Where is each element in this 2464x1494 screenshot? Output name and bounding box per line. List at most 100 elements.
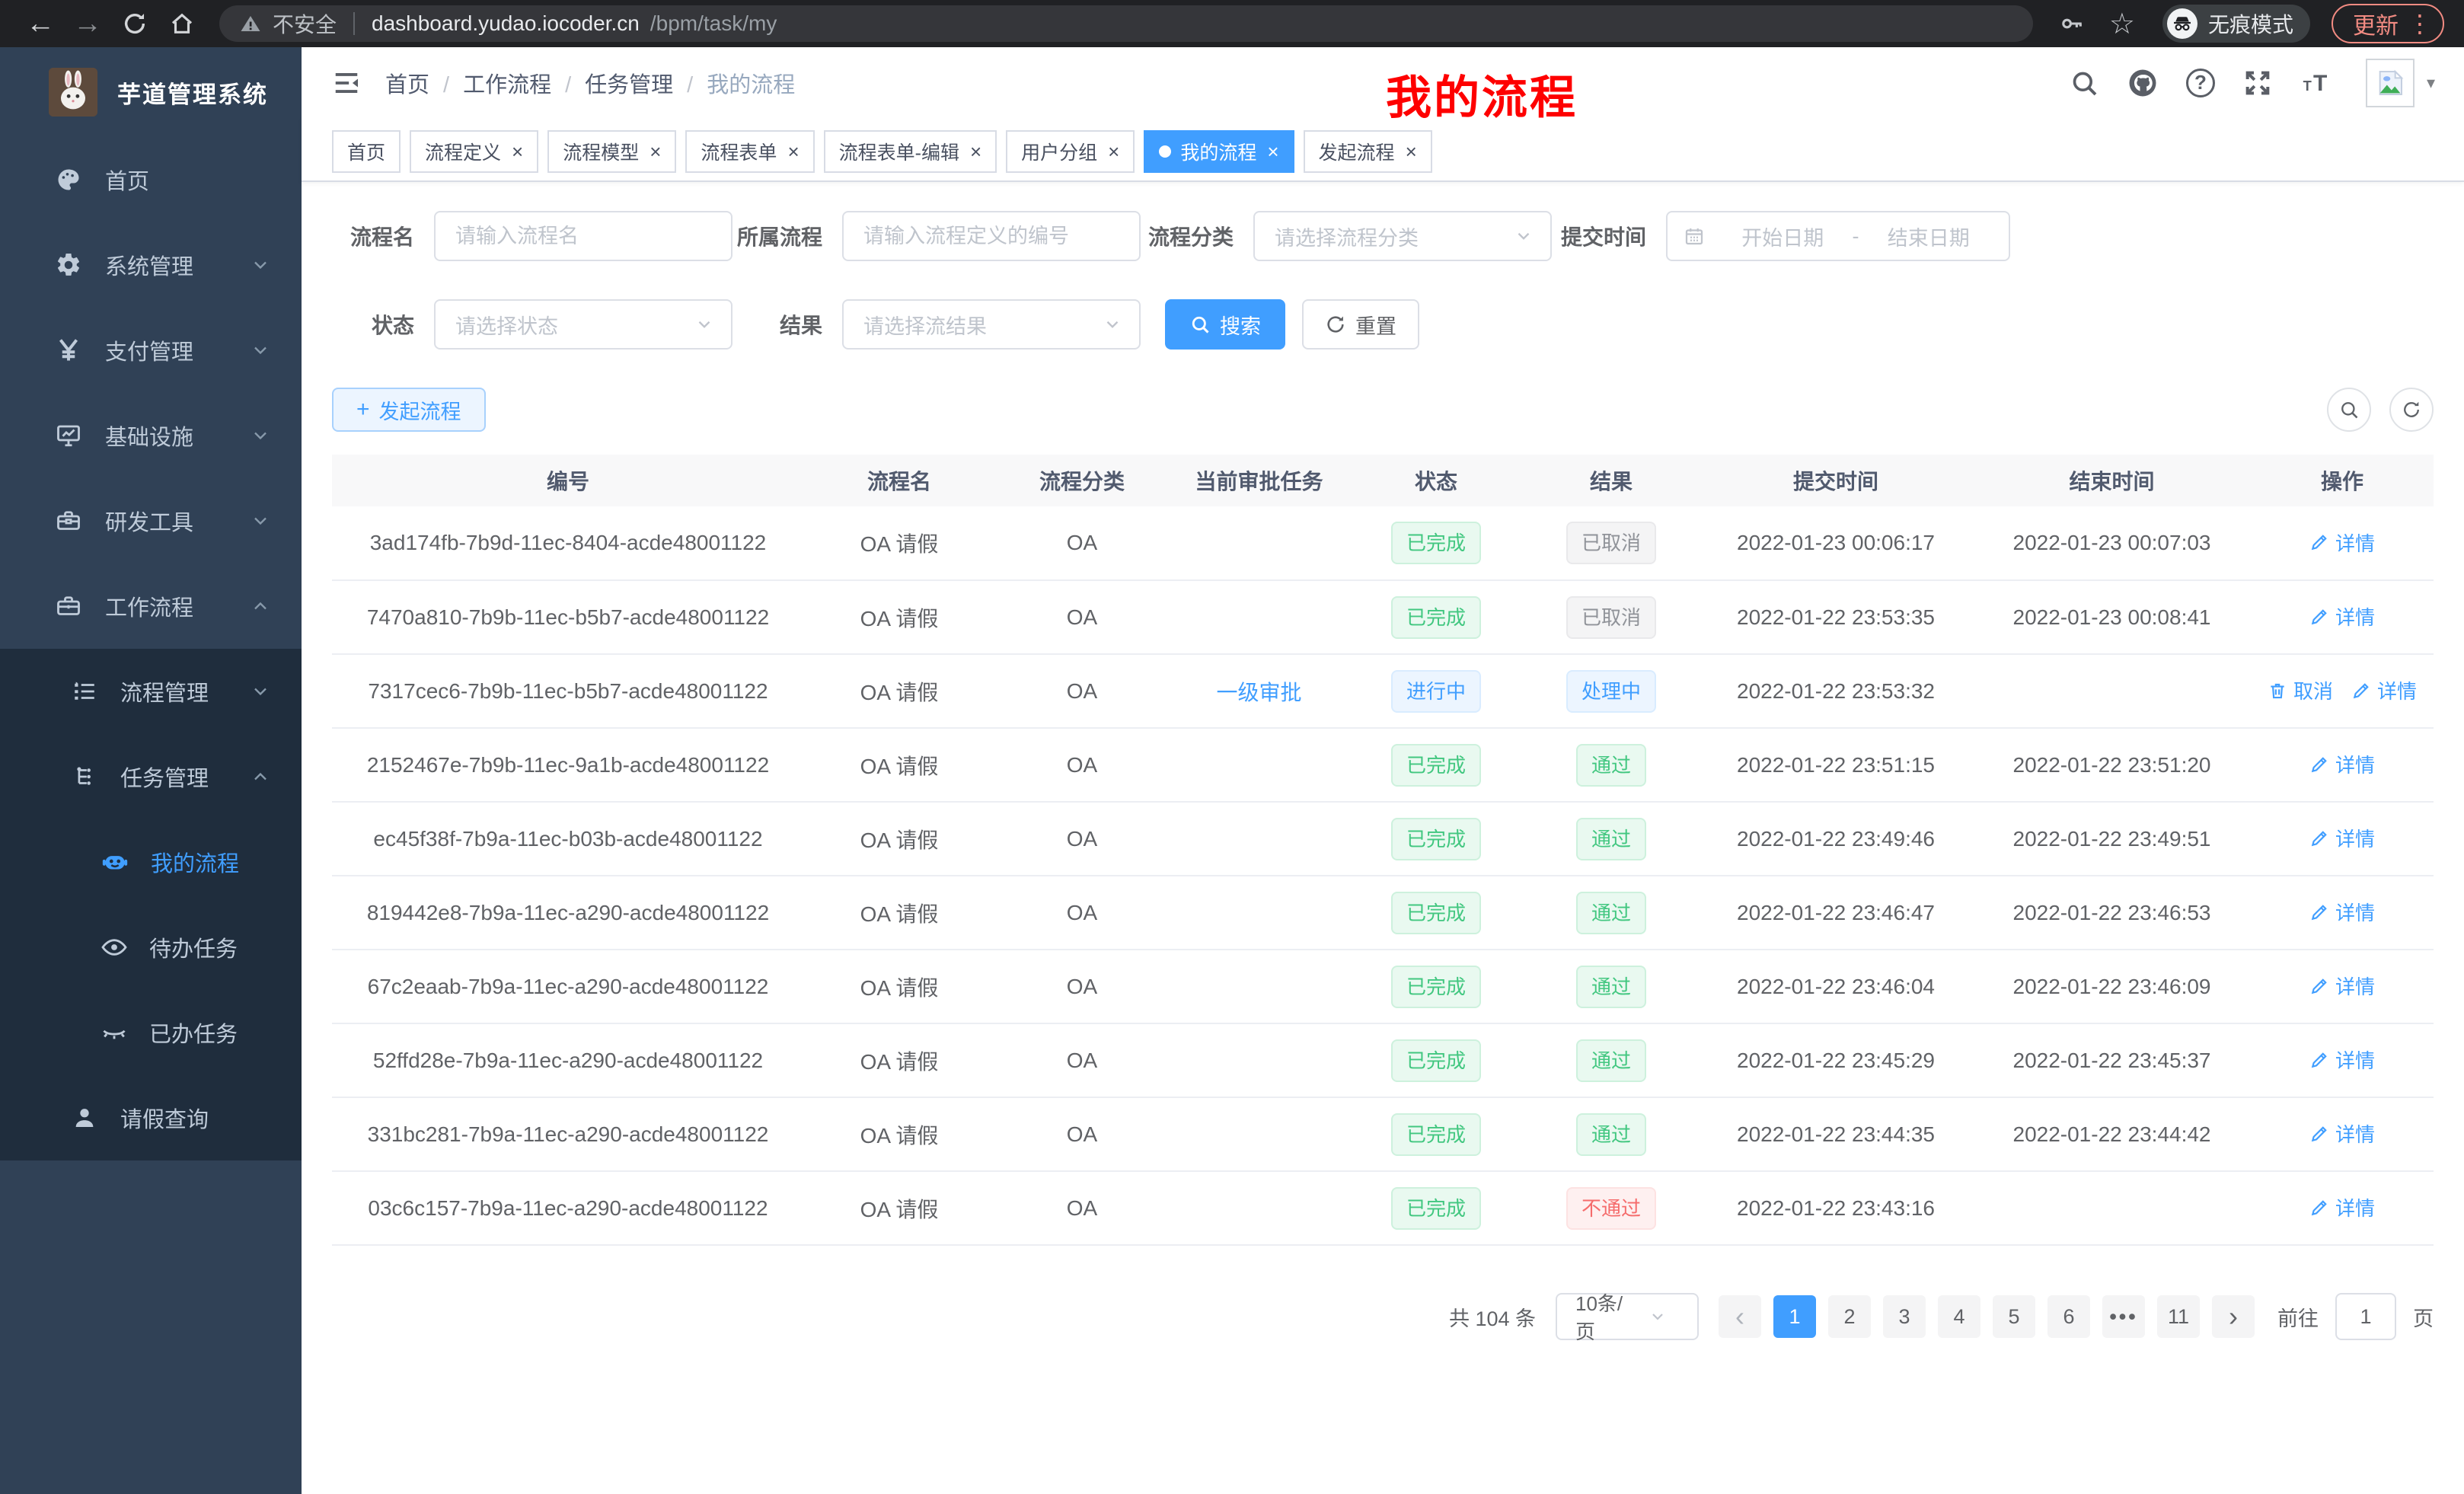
category-select[interactable]: 请选择流程分类	[1253, 211, 1552, 261]
help-icon[interactable]: ?	[2186, 69, 2215, 97]
goto-page-input[interactable]	[2335, 1293, 2396, 1340]
page-button-2[interactable]: 2	[1828, 1295, 1871, 1338]
prev-page-icon[interactable]: ‹	[1719, 1295, 1761, 1338]
sidebar-item-my-process[interactable]: 我的流程	[0, 819, 302, 905]
reset-button[interactable]: 重置	[1302, 299, 1419, 350]
tab-我的流程[interactable]: 我的流程×	[1144, 130, 1294, 173]
sidebar-item-pay[interactable]: 支付管理	[0, 308, 302, 393]
page-button-3[interactable]: 3	[1883, 1295, 1926, 1338]
close-icon[interactable]: ×	[1267, 142, 1278, 161]
detail-action-link[interactable]: 详情	[2309, 1119, 2375, 1148]
browser-back-icon[interactable]: ←	[20, 3, 61, 44]
cell-status: 进行中	[1348, 654, 1524, 728]
browser-menu-icon[interactable]: ⋮	[2408, 9, 2432, 38]
tab-流程模型[interactable]: 流程模型×	[547, 130, 676, 173]
sidebar-item-home[interactable]: 首页	[0, 137, 302, 222]
sidebar-item-label: 基础设施	[105, 420, 193, 452]
show-search-icon[interactable]	[2327, 388, 2371, 432]
cell-process-id: 819442e8-7b9a-11ec-a290-acde48001122	[332, 876, 804, 950]
detail-action-link[interactable]: 详情	[2351, 676, 2417, 704]
page-button-11[interactable]: 11	[2157, 1295, 2200, 1338]
page-button-1[interactable]: 1	[1773, 1295, 1816, 1338]
result-badge: 通过	[1576, 892, 1646, 934]
pager-more[interactable]: •••	[2102, 1295, 2145, 1338]
sidebar-item-leave-query[interactable]: 请假查询	[0, 1075, 302, 1160]
sidebar-item-system[interactable]: 系统管理	[0, 222, 302, 308]
close-icon[interactable]: ×	[787, 142, 799, 161]
submit-time-range-picker[interactable]: 开始日期 - 结束日期	[1666, 211, 2010, 261]
browser-forward-icon[interactable]: →	[67, 3, 108, 44]
detail-action-link[interactable]: 详情	[2309, 750, 2375, 778]
cell-result: 通过	[1524, 728, 1699, 802]
sidebar-item-process-mgmt[interactable]: 流程管理	[0, 649, 302, 734]
password-key-icon[interactable]	[2059, 11, 2085, 37]
status-badge: 已完成	[1391, 596, 1481, 639]
close-icon[interactable]: ×	[1108, 142, 1119, 161]
status-select[interactable]: 请选择状态	[434, 299, 732, 350]
font-size-icon[interactable]: TT	[2300, 68, 2334, 98]
sidebar-collapse-icon[interactable]	[330, 69, 362, 97]
close-icon[interactable]: ×	[1406, 142, 1417, 161]
detail-action-link[interactable]: 详情	[2309, 824, 2375, 852]
detail-action-link[interactable]: 详情	[2309, 602, 2375, 630]
next-page-icon[interactable]: ›	[2212, 1295, 2255, 1338]
tab-发起流程[interactable]: 发起流程×	[1304, 130, 1432, 173]
sidebar-item-workflow[interactable]: 工作流程	[0, 563, 302, 649]
sidebar-item-todo-task[interactable]: 待办任务	[0, 905, 302, 990]
sidebar-item-label: 我的流程	[151, 846, 239, 878]
tab-流程定义[interactable]: 流程定义×	[410, 130, 538, 173]
status-badge: 已完成	[1391, 1039, 1481, 1082]
sidebar-item-done-task[interactable]: 已办任务	[0, 990, 302, 1075]
cell-result: 通过	[1524, 802, 1699, 876]
detail-action-link[interactable]: 详情	[2309, 528, 2375, 557]
cell-process-id: 03c6c157-7b9a-11ec-a290-acde48001122	[332, 1171, 804, 1245]
detail-action-link[interactable]: 详情	[2309, 898, 2375, 926]
breadcrumb-workflow[interactable]: 工作流程	[429, 67, 551, 99]
page-button-4[interactable]: 4	[1938, 1295, 1980, 1338]
tab-流程表单[interactable]: 流程表单×	[685, 130, 814, 173]
close-icon[interactable]: ×	[512, 142, 523, 161]
address-bar[interactable]: 不安全 dashboard.yudao.iocoder.cn/bpm/task/…	[219, 5, 2033, 42]
breadcrumb-task-mgmt[interactable]: 任务管理	[551, 67, 673, 99]
detail-action-link[interactable]: 详情	[2309, 972, 2375, 1000]
page-button-6[interactable]: 6	[2047, 1295, 2090, 1338]
detail-action-link[interactable]: 详情	[2309, 1193, 2375, 1221]
fullscreen-icon[interactable]	[2242, 68, 2273, 98]
search-icon	[1189, 314, 1211, 335]
page-size-select[interactable]: 10条/页	[1556, 1293, 1699, 1340]
detail-action-link[interactable]: 详情	[2309, 1045, 2375, 1074]
browser-update-button[interactable]: 更新 ⋮	[2332, 4, 2444, 43]
github-icon[interactable]	[2127, 67, 2159, 99]
result-select[interactable]: 请选择流结果	[842, 299, 1141, 350]
tab-流程表单-编辑[interactable]: 流程表单-编辑×	[824, 130, 997, 173]
breadcrumb: 首页 工作流程 任务管理 我的流程	[385, 67, 795, 99]
bookmark-star-icon[interactable]: ☆	[2109, 7, 2135, 41]
current-task-link[interactable]: 一级审批	[1216, 681, 1301, 704]
close-icon[interactable]: ×	[650, 142, 661, 161]
sidebar-item-infra[interactable]: 基础设施	[0, 393, 302, 478]
avatar[interactable]: ▾	[2366, 59, 2435, 107]
cancel-action-link[interactable]: 取消	[2268, 676, 2333, 704]
refresh-table-icon[interactable]	[2389, 388, 2434, 432]
header-search-icon[interactable]	[2069, 68, 2099, 98]
browser-reload-icon[interactable]	[114, 3, 155, 44]
search-button[interactable]: 搜索	[1165, 299, 1285, 350]
avatar-caret-icon[interactable]: ▾	[2427, 73, 2435, 93]
page-button-5[interactable]: 5	[1993, 1295, 2035, 1338]
table-tools	[2327, 388, 2434, 432]
process-table: 编号流程名流程分类当前审批任务状态结果提交时间结束时间操作 3ad174fb-7…	[332, 455, 2434, 1246]
create-process-button[interactable]: + 发起流程	[332, 388, 486, 432]
sidebar-item-task-mgmt[interactable]: 任务管理	[0, 734, 302, 819]
process-name-input[interactable]	[434, 211, 732, 261]
tab-用户分组[interactable]: 用户分组×	[1006, 130, 1135, 173]
table-row: 819442e8-7b9a-11ec-a290-acde48001122OA 请…	[332, 876, 2434, 950]
sidebar-item-devtools[interactable]: 研发工具	[0, 478, 302, 563]
breadcrumb-home[interactable]: 首页	[385, 67, 429, 99]
tab-首页[interactable]: 首页	[332, 130, 401, 173]
app-logo-row[interactable]: 芋道管理系统	[0, 47, 302, 137]
parent-process-input[interactable]	[842, 211, 1141, 261]
chevron-down-icon	[694, 314, 714, 334]
close-icon[interactable]: ×	[970, 142, 981, 161]
sidebar-item-label: 系统管理	[105, 249, 193, 281]
browser-home-icon[interactable]	[161, 3, 203, 44]
